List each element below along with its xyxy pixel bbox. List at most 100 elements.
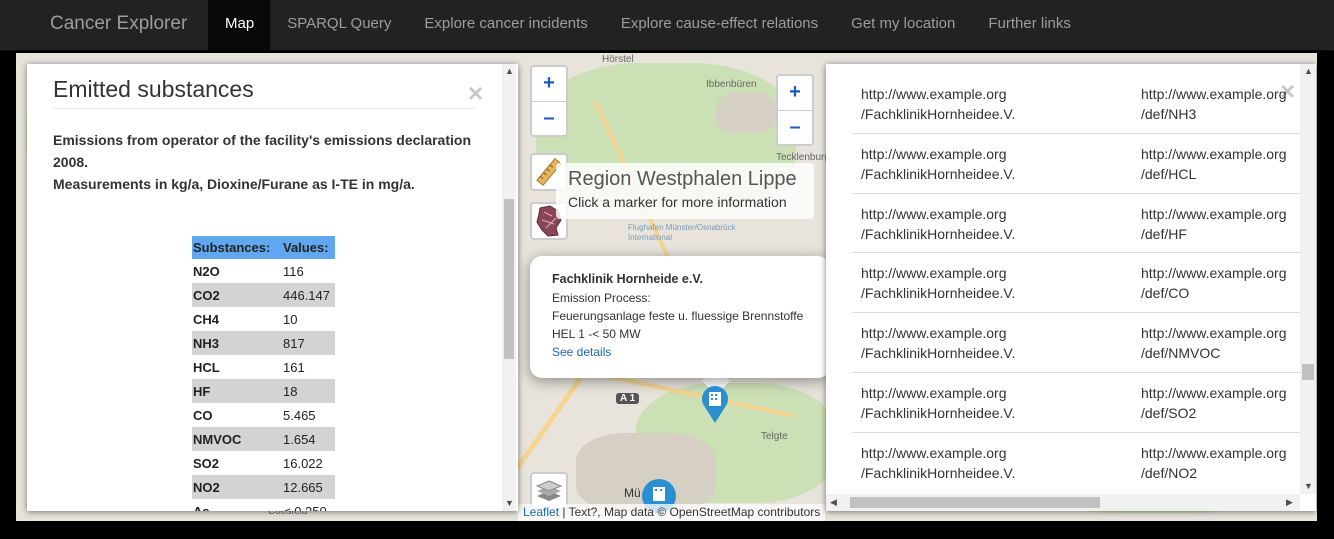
uri-text: /FachklinikHornheidee.V. — [861, 166, 1016, 182]
table-row: CO2 446.147 — [192, 283, 335, 307]
map-town-label: Ibbenbüren — [706, 79, 757, 90]
uri-text: http://www.example.org — [861, 86, 1007, 102]
uri-text: /FachklinikHornheidee.V. — [861, 465, 1016, 481]
panel-title: Emitted substances — [53, 76, 475, 109]
nav-explore-cause-effect[interactable]: Explore cause-effect relations — [604, 0, 834, 50]
scroll-down-icon[interactable]: ▼ — [505, 498, 514, 508]
uri-text: http://www.example.org — [861, 146, 1007, 162]
map-town-label: Mü — [624, 486, 641, 500]
table-header-row: Substances: Values: — [192, 236, 335, 259]
table-row: As < 0,250 — [192, 499, 335, 512]
object-cell: http://www.example.org/def/NO2 — [1141, 443, 1287, 483]
uri-text: /def/SO2 — [1141, 405, 1197, 421]
relation-row: http://www.example.org/FachklinikHornhei… — [852, 193, 1302, 253]
uri-text: http://www.example.org — [1141, 86, 1287, 102]
table-row: CO 5.465 — [192, 403, 335, 427]
substance-cell: As — [193, 503, 210, 512]
leaflet-link[interactable]: Leaflet — [523, 505, 559, 519]
zoom-out-button[interactable]: – — [532, 101, 566, 135]
vertical-scrollbar[interactable]: ▲ ▼ — [1300, 64, 1316, 494]
popup-title: Fachklinik Hornheide e.V. — [552, 272, 703, 286]
popup-line: HEL 1 -< 50 MW — [552, 327, 641, 341]
uri-text: /FachklinikHornheidee.V. — [861, 405, 1016, 421]
scroll-down-icon[interactable]: ▼ — [1304, 481, 1313, 491]
scroll-up-icon[interactable]: ▲ — [505, 66, 514, 76]
scroll-up-icon[interactable]: ▲ — [1304, 66, 1313, 76]
nav-sparql-query[interactable]: SPARQL Query — [270, 0, 407, 50]
scrollbar-thumb[interactable] — [1302, 364, 1314, 380]
value-cell: 5.465 — [283, 407, 316, 423]
uri-text: /def/HF — [1141, 226, 1187, 242]
substance-cell: CO — [193, 407, 213, 423]
uri-text: /def/NMVOC — [1141, 345, 1221, 361]
relation-row: http://www.example.org/FachklinikHornhei… — [852, 312, 1302, 372]
zoom-control-left: + – — [530, 65, 568, 137]
relation-row: http://www.example.org/FachklinikHornhei… — [852, 133, 1302, 193]
value-cell: 161 — [283, 359, 305, 375]
substance-cell: SO2 — [193, 455, 220, 471]
subject-cell: http://www.example.org/FachklinikHornhei… — [861, 84, 1015, 124]
map-town-label: Telgte — [761, 431, 788, 442]
table-row: SO2 16.022 — [192, 451, 335, 475]
table-row: NO2 12.665 — [192, 475, 335, 499]
nav-further-links[interactable]: Further links — [971, 0, 1087, 50]
uri-text: /FachklinikHornheidee.V. — [861, 226, 1016, 242]
table-row: NH3 817 — [192, 331, 335, 355]
uri-text: /def/NH3 — [1141, 106, 1197, 122]
object-cell: http://www.example.org/def/SO2 — [1141, 383, 1287, 423]
uri-text: http://www.example.org — [1141, 146, 1287, 162]
object-cell: http://www.example.org/def/NMVOC — [1141, 323, 1287, 363]
region-title: Region Westphalen Lippe — [568, 168, 797, 190]
region-subtitle: Click a marker for more information — [568, 194, 787, 210]
scrollbar-thumb[interactable] — [850, 497, 1100, 508]
zoom-out-button[interactable]: – — [778, 110, 812, 144]
table-row: CH4 10 — [192, 307, 335, 331]
uri-text: /FachklinikHornheidee.V. — [861, 345, 1016, 361]
map-urban-area — [716, 93, 776, 133]
substance-cell: NMVOC — [192, 427, 282, 451]
vertical-scrollbar[interactable]: ▲ ▼ — [502, 64, 516, 511]
table-row: N2O 116 — [192, 259, 335, 283]
facility-marker[interactable] — [700, 384, 730, 423]
table-row: NMVOC 1.654 — [192, 427, 335, 451]
scroll-left-icon[interactable]: ◀ — [830, 497, 837, 508]
scroll-right-icon[interactable]: ▶ — [1286, 497, 1293, 508]
relation-row: http://www.example.org/FachklinikHornhei… — [852, 252, 1302, 312]
emitted-substances-panel: Emitted substances × Emissions from oper… — [27, 64, 518, 511]
close-icon[interactable]: × — [468, 78, 483, 109]
substance-cell: N2O — [193, 263, 220, 279]
nav-get-my-location[interactable]: Get my location — [834, 0, 971, 50]
uri-text: /def/NO2 — [1141, 465, 1198, 481]
value-cell: 18 — [282, 379, 335, 403]
value-cell: < 0,250 — [283, 503, 327, 512]
brand-link[interactable]: Cancer Explorer — [0, 0, 208, 50]
substance-cell: HCL — [193, 359, 220, 375]
column-header: Substances: — [192, 236, 282, 259]
nav-map[interactable]: Map — [208, 0, 271, 50]
value-cell: 10 — [283, 311, 298, 327]
value-cell: 16.022 — [283, 455, 323, 471]
horizontal-scrollbar[interactable]: ◀ ▶ — [826, 494, 1300, 511]
substances-table: Substances: Values: N2O 116 CO2 446.147 CH… — [192, 236, 335, 511]
object-cell: http://www.example.org/def/NH3 — [1141, 84, 1287, 124]
map-town-label: Tecklenburg — [776, 152, 830, 163]
uri-text: /def/CO — [1141, 285, 1190, 301]
attribution-text: | Text?, Map data © OpenStreetMap contri… — [559, 505, 821, 519]
scrollbar-thumb[interactable] — [504, 199, 514, 359]
uri-text: http://www.example.org — [1141, 265, 1287, 281]
object-cell: http://www.example.org/def/HF — [1141, 204, 1287, 244]
zoom-in-button[interactable]: + — [778, 76, 812, 110]
object-cell: http://www.example.org/def/HCL — [1141, 144, 1287, 184]
marker-popup: Fachklinik Hornheide e.V. Emission Proce… — [530, 256, 830, 378]
table-row: HCL 161 — [192, 355, 335, 379]
zoom-in-button[interactable]: + — [532, 67, 566, 101]
relation-row: http://www.example.org/FachklinikHornhei… — [852, 372, 1302, 432]
uri-text: /def/HCL — [1141, 166, 1197, 182]
nav-explore-cancer-incidents[interactable]: Explore cancer incidents — [407, 0, 603, 50]
building-marker-icon — [702, 386, 728, 423]
uri-text: /FachklinikHornheidee.V. — [861, 106, 1016, 122]
uri-text: http://www.example.org — [861, 385, 1007, 401]
see-details-link[interactable]: See details — [552, 343, 808, 361]
value-cell: 116 — [283, 263, 304, 279]
uri-text: http://www.example.org — [861, 445, 1007, 461]
